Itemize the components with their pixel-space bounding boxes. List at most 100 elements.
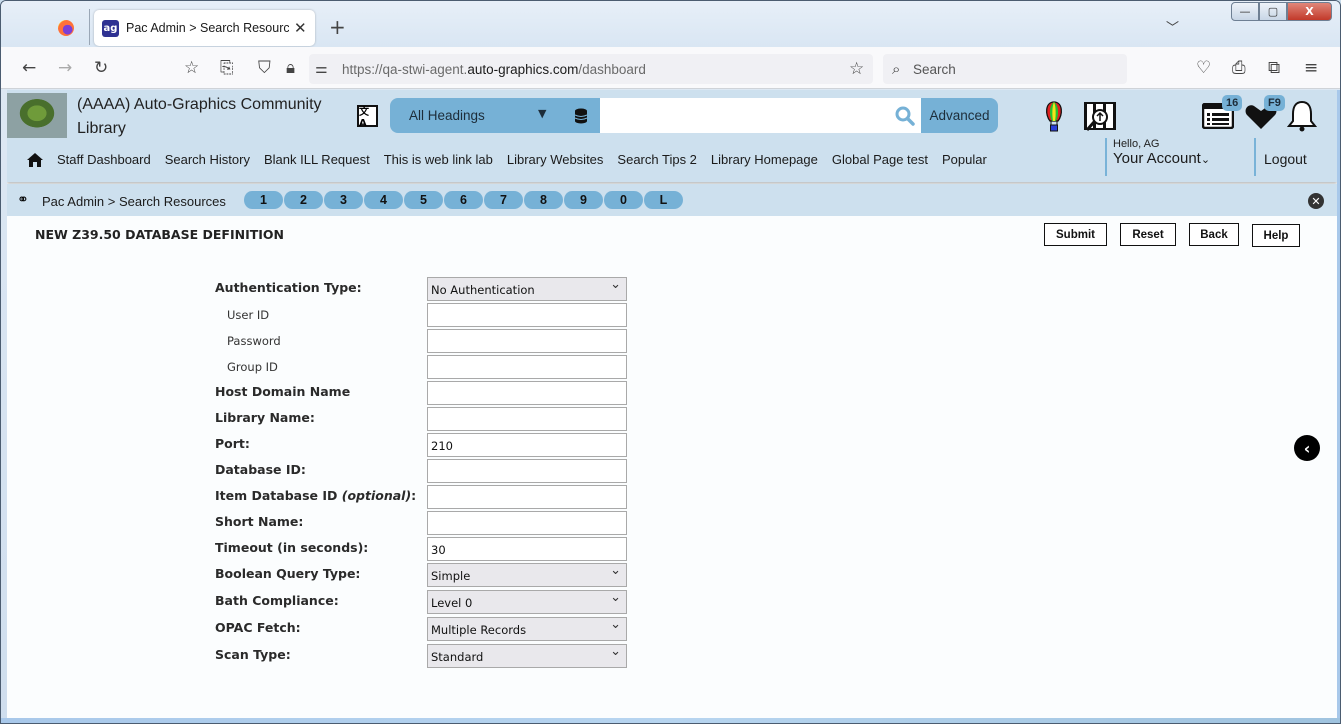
pocket-icon[interactable]: ♡ <box>1196 58 1211 78</box>
forward-arrow-icon[interactable]: → <box>58 58 72 78</box>
close-tab-icon[interactable]: ✕ <box>294 19 307 37</box>
menu-popular[interactable]: Popular <box>942 152 987 167</box>
window-border-bottom <box>1 718 1340 723</box>
library-name-input[interactable] <box>427 407 627 431</box>
bookmark-page-icon[interactable]: ☆ <box>184 58 199 78</box>
port-input[interactable]: 210 <box>427 433 627 457</box>
maximize-button[interactable]: ▢ <box>1259 2 1287 21</box>
share-icon[interactable]: ⎘ <box>220 58 234 78</box>
menu-search-history[interactable]: Search History <box>165 152 250 167</box>
bookmark-star-icon[interactable]: ☆ <box>849 59 864 79</box>
url-bar[interactable]: ⚌ https://qa-stwi-agent.auto-graphics.co… <box>309 54 873 84</box>
reset-button[interactable]: Reset <box>1120 223 1176 246</box>
hot-air-balloon-icon[interactable] <box>1044 101 1064 134</box>
host-domain-input[interactable] <box>427 381 627 405</box>
quick-tab-7[interactable]: 7 <box>483 191 523 209</box>
back-arrow-icon[interactable]: ← <box>22 58 36 78</box>
opac-fetch-select[interactable]: Multiple Records <box>427 617 627 641</box>
password-input[interactable] <box>427 329 627 353</box>
library-logo[interactable] <box>7 93 67 138</box>
reload-icon[interactable]: ↻ <box>94 58 108 78</box>
notifications-bell-icon[interactable] <box>1287 100 1317 133</box>
quick-tab-2[interactable]: 2 <box>283 191 323 209</box>
auth-type-select[interactable]: No Authentication <box>427 277 627 301</box>
account-menu[interactable]: Hello, AG Your Account⌄ <box>1105 138 1210 176</box>
search-input[interactable] <box>600 98 921 133</box>
timeout-input[interactable]: 30 <box>427 537 627 561</box>
quick-tab-1[interactable]: 1 <box>243 191 283 209</box>
browse-shelf-icon[interactable] <box>1083 101 1117 133</box>
menu-blank-ill-request[interactable]: Blank ILL Request <box>264 152 370 167</box>
group-id-row: Group ID <box>215 355 635 379</box>
active-tab[interactable]: ag Pac Admin > Search Resources ✕ <box>94 10 315 46</box>
quick-tab-4[interactable]: 4 <box>363 191 403 209</box>
shield-icon[interactable]: ⛉ <box>258 58 271 78</box>
advanced-search-button[interactable]: Advanced <box>921 98 998 133</box>
quick-tab-8[interactable]: 8 <box>523 191 563 209</box>
tab-title: Pac Admin > Search Resources <box>126 21 289 35</box>
quick-tab-9[interactable]: 9 <box>563 191 603 209</box>
close-icon[interactable]: ✕ <box>1308 193 1324 209</box>
quick-tab-3[interactable]: 3 <box>323 191 363 209</box>
help-button[interactable]: Help <box>1252 224 1300 247</box>
lock-icon[interactable]: 🔒︎ <box>286 58 295 78</box>
logout-link[interactable]: Logout <box>1254 138 1307 176</box>
item-db-id-input[interactable] <box>427 485 627 509</box>
search-scope-select[interactable]: All Headings ▼ <box>390 98 600 133</box>
user-id-row: User ID <box>215 303 635 327</box>
menu-library-homepage[interactable]: Library Homepage <box>711 152 818 167</box>
menu-search-tips-2[interactable]: Search Tips 2 <box>617 152 697 167</box>
menu-global-page-test[interactable]: Global Page test <box>832 152 928 167</box>
search-scope-value: All Headings <box>409 108 485 123</box>
port-label: Port: <box>215 436 250 451</box>
quick-tab-l[interactable]: L <box>643 191 683 209</box>
item-db-id-label: Item Database ID (optional): <box>215 488 416 503</box>
menu-web-link-lab[interactable]: This is web link lab <box>384 152 493 167</box>
extensions-icon[interactable]: ⧉ <box>1268 58 1280 78</box>
firefox-icon[interactable] <box>58 20 74 36</box>
menu-staff-dashboard[interactable]: Staff Dashboard <box>57 152 151 167</box>
bath-compliance-select[interactable]: Level 0 <box>427 590 627 614</box>
ag-icon: ag <box>102 19 119 37</box>
chevron-left-icon[interactable]: ‹ <box>1294 435 1320 461</box>
close-window-button[interactable]: X <box>1287 2 1332 21</box>
submit-button[interactable]: Submit <box>1044 223 1107 246</box>
menu-library-websites[interactable]: Library Websites <box>507 152 604 167</box>
back-button[interactable]: Back <box>1189 223 1239 246</box>
url-text[interactable]: https://qa-stwi-agent.auto-graphics.com/… <box>342 62 646 77</box>
quick-tabs: 1 2 3 4 5 6 7 8 9 0 L <box>243 191 683 209</box>
page-title: NEW Z39.50 DATABASE DEFINITION <box>35 227 284 242</box>
auth-type-row: Authentication Type: No Authentication <box>215 277 635 301</box>
permissions-icon[interactable]: ⚌ <box>315 59 328 79</box>
link-chain-icon: ⚭ <box>17 192 29 208</box>
quick-tab-0[interactable]: 0 <box>603 191 643 209</box>
short-name-row: Short Name: <box>215 511 635 535</box>
navigation-toolbar: ← → ↻ ☆ ⎘ ⛉ 🔒︎ ⚌ https://qa-stwi-agent.a… <box>1 47 1340 89</box>
menu-icon[interactable]: ≡ <box>1304 58 1318 78</box>
favorites-badge: F9 <box>1264 95 1285 111</box>
host-domain-label: Host Domain Name <box>215 384 351 399</box>
user-id-input[interactable] <box>427 303 627 327</box>
search-icon[interactable] <box>895 106 915 126</box>
database-id-input[interactable] <box>427 459 627 483</box>
window-controls: — ▢ X <box>1231 2 1332 21</box>
quick-tab-6[interactable]: 6 <box>443 191 483 209</box>
minimize-button[interactable]: — <box>1231 2 1259 21</box>
scan-type-select[interactable]: Standard <box>427 644 627 668</box>
translate-icon[interactable]: 文A <box>357 105 378 129</box>
library-name: (AAAA) Auto-Graphics Community Library <box>77 93 322 141</box>
print-icon[interactable]: ⎙ <box>1232 58 1246 78</box>
short-name-input[interactable] <box>427 511 627 535</box>
list-all-tabs-chevron-icon[interactable]: ﹀ <box>1166 17 1179 36</box>
new-tab-button[interactable]: + <box>329 15 346 39</box>
quick-tab-5[interactable]: 5 <box>403 191 443 209</box>
catalog-search: All Headings ▼ Advanced <box>390 98 998 133</box>
group-id-input[interactable] <box>427 355 627 379</box>
boolean-query-select[interactable]: Simple <box>427 563 627 587</box>
url-domain: auto-graphics.com <box>467 62 579 77</box>
database-icon[interactable] <box>574 108 588 124</box>
password-row: Password <box>215 329 635 353</box>
timeout-label: Timeout (in seconds): <box>215 540 369 555</box>
browser-search-bar[interactable]: ⌕ Search <box>883 54 1127 84</box>
home-icon[interactable] <box>27 152 43 167</box>
